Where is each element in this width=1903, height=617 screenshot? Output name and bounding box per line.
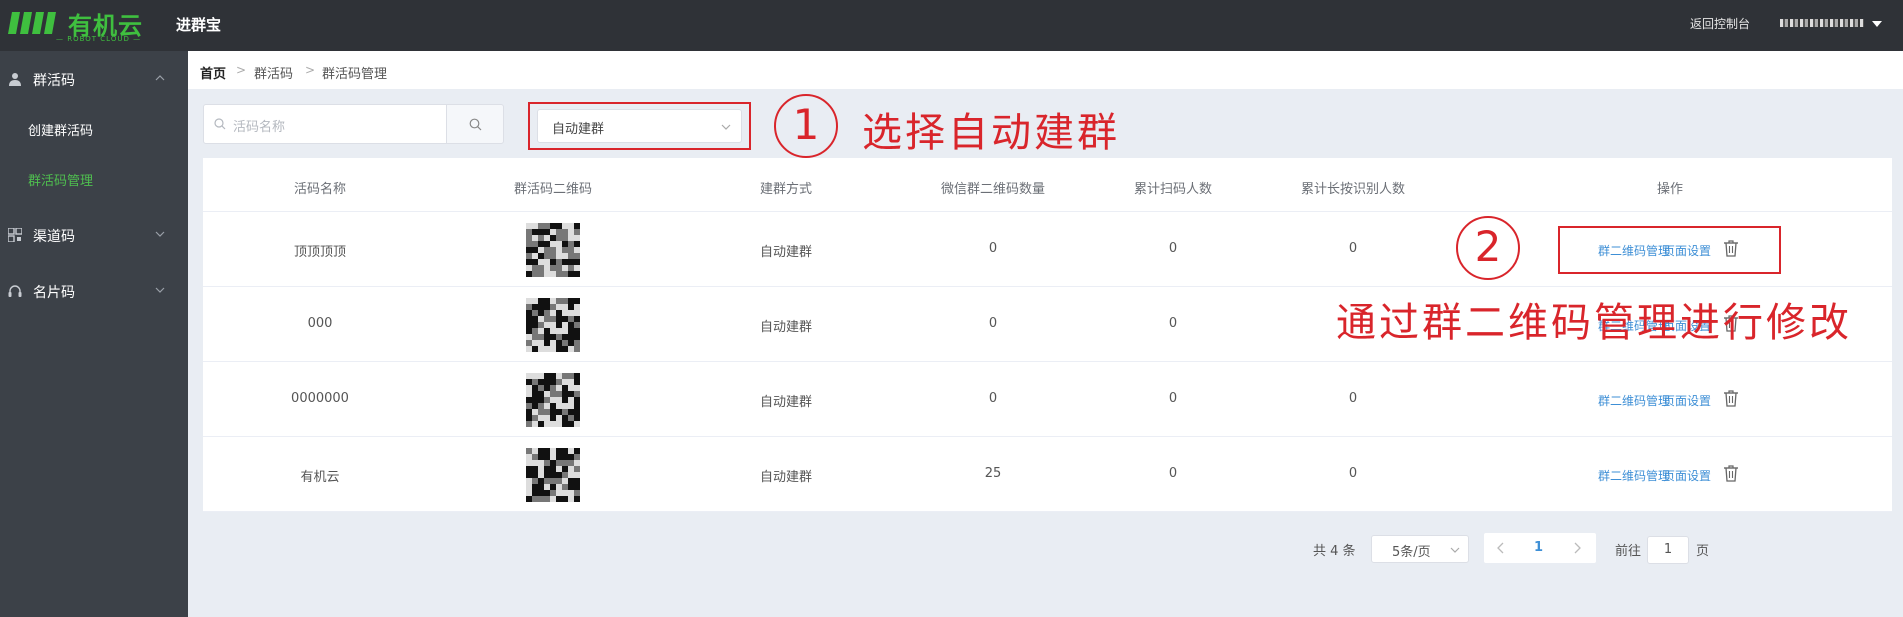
cell-qr-count: 0 (988, 241, 998, 256)
trash-icon[interactable] (1723, 464, 1739, 482)
cell-name: 000 (307, 316, 333, 331)
breadcrumb: 首页 > 群活码 > 群活码管理 (188, 51, 1903, 89)
pagination-total: 共 4 条 (1313, 544, 1356, 559)
group-qr-manage-link[interactable]: 群二维码管理 (1598, 392, 1670, 409)
sidebar-item-live-code-manage[interactable]: 群活码管理 (0, 161, 188, 197)
cell-scan-count: 0 (1168, 466, 1178, 481)
annotation-step2-circle: 2 (1456, 216, 1520, 280)
column-header: 微信群二维码数量 (940, 182, 1046, 197)
qr-code-image[interactable] (526, 448, 580, 502)
breadcrumb-current: 群活码管理 (322, 67, 388, 82)
chevron-down-icon (721, 124, 731, 130)
annotation-step1-circle: 1 (774, 94, 838, 158)
column-header: 累计扫码人数 (1133, 182, 1213, 197)
sidebar-item-create-live-code[interactable]: 创建群活码 (0, 111, 188, 147)
column-header: 活码名称 (293, 182, 347, 197)
cell-scan-count: 0 (1168, 316, 1178, 331)
logo[interactable]: 有机云 — ROBOT CLOUD — (8, 8, 148, 43)
pagination-nav: 1 (1484, 533, 1596, 563)
breadcrumb-home[interactable]: 首页 (200, 63, 226, 82)
cell-long-press-count: 0 (1348, 241, 1358, 256)
annotation-step1-text: 选择自动建群 (862, 110, 1120, 156)
page-settings-link[interactable]: 页面设置 (1663, 467, 1711, 484)
chevron-down-icon (155, 287, 165, 293)
qr-code-image[interactable] (526, 298, 580, 352)
goto-page-input[interactable]: 1 (1647, 536, 1689, 564)
chevron-left-icon[interactable] (1496, 542, 1506, 554)
cell-long-press-count: 0 (1348, 466, 1358, 481)
cell-scan-count: 0 (1168, 241, 1178, 256)
chevron-up-icon (155, 75, 165, 81)
column-header: 累计长按识别人数 (1300, 182, 1406, 197)
annotation-box-select: 自动建群 (528, 102, 751, 150)
select-value: 自动建群 (552, 122, 605, 137)
app-name: 进群宝 (176, 16, 222, 34)
logo-subtitle: — ROBOT CLOUD — (56, 35, 142, 43)
table-row: 有机云 自动建群 25 0 0 群二维码管理 页面设置 (203, 437, 1892, 512)
chevron-down-icon (1450, 547, 1460, 553)
qr-code-image[interactable] (526, 223, 580, 277)
sidebar-group-channel-code[interactable]: 渠道码 (0, 217, 188, 253)
sidebar-group-label: 渠道码 (33, 229, 75, 245)
caret-down-icon (1872, 21, 1882, 27)
qr-code-image[interactable] (526, 373, 580, 427)
logo-mark-icon (8, 12, 56, 34)
column-header: 建群方式 (759, 182, 813, 197)
cell-qr-count: 0 (988, 316, 998, 331)
top-bar: 有机云 — ROBOT CLOUD — 进群宝 返回控制台 (0, 0, 1903, 51)
cell-build-method: 自动建群 (759, 470, 813, 485)
sidebar-item-label: 创建群活码 (28, 124, 94, 139)
breadcrumb-separator: > (236, 63, 247, 77)
cell-build-method: 自动建群 (759, 245, 813, 260)
cell-build-method: 自动建群 (759, 395, 813, 410)
goto-unit: 页 (1696, 544, 1710, 559)
search-placeholder: 活码名称 (233, 120, 286, 135)
cell-scan-count: 0 (1168, 391, 1178, 406)
cell-qr-count: 0 (988, 391, 998, 406)
qrcode-icon (8, 228, 22, 242)
cell-qr-count: 25 (984, 466, 1002, 481)
chevron-down-icon (155, 231, 165, 237)
cell-name: 顶顶顶顶 (293, 245, 347, 260)
search-input[interactable]: 活码名称 (203, 104, 447, 144)
cell-name: 0000000 (291, 391, 349, 406)
sidebar-item-label: 群活码管理 (28, 174, 94, 189)
page-number-current[interactable]: 1 (1534, 540, 1543, 555)
cell-name: 有机云 (300, 470, 340, 485)
table-header: 活码名称 群活码二维码 建群方式 微信群二维码数量 累计扫码人数 累计长按识别人… (203, 158, 1892, 212)
user-icon (9, 73, 21, 86)
search-button[interactable] (446, 104, 504, 144)
sidebar-group-label: 名片码 (33, 285, 75, 301)
page-size-select[interactable]: 5条/页 (1371, 535, 1469, 563)
sidebar-group-live-code[interactable]: 群活码 (0, 61, 188, 97)
goto-label: 前往 (1615, 544, 1642, 559)
table-row: 0000000 自动建群 0 0 0 群二维码管理 页面设置 (203, 362, 1892, 437)
headset-icon (8, 285, 22, 297)
sidebar: 群活码 创建群活码 群活码管理 渠道码 名片码 (0, 51, 188, 617)
group-qr-manage-link[interactable]: 群二维码管理 (1598, 467, 1670, 484)
breadcrumb-live-code[interactable]: 群活码 (254, 63, 293, 82)
chevron-right-icon[interactable] (1572, 542, 1582, 554)
column-header: 群活码二维码 (513, 182, 593, 197)
page-size-value: 5条/页 (1392, 545, 1431, 560)
build-method-select[interactable]: 自动建群 (537, 109, 742, 143)
cell-long-press-count: 0 (1348, 391, 1358, 406)
cell-build-method: 自动建群 (759, 320, 813, 335)
username-redacted (1780, 19, 1864, 27)
annotation-step2-text: 通过群二维码管理进行修改 (1336, 300, 1852, 346)
user-menu[interactable] (1780, 14, 1890, 34)
breadcrumb-separator: > (305, 63, 316, 77)
annotation-box-actions (1558, 226, 1781, 274)
column-header: 操作 (1656, 182, 1684, 197)
search-icon (214, 118, 226, 130)
page-settings-link[interactable]: 页面设置 (1663, 392, 1711, 409)
search-icon (469, 118, 482, 131)
sidebar-group-label: 群活码 (33, 73, 75, 89)
trash-icon[interactable] (1723, 389, 1739, 407)
sidebar-group-card-code[interactable]: 名片码 (0, 273, 188, 309)
back-to-console-link[interactable]: 返回控制台 (1690, 15, 1750, 32)
